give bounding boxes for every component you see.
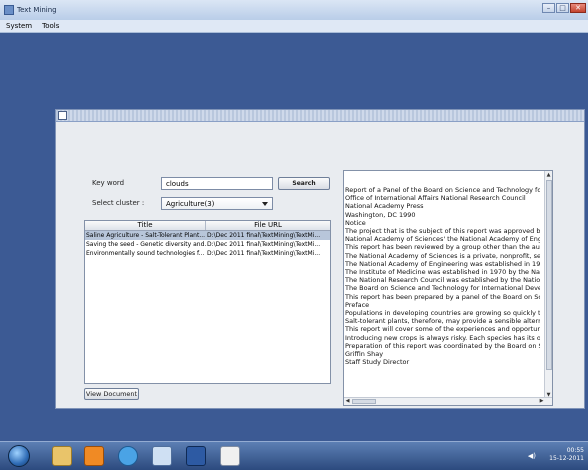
- network-icon[interactable]: [152, 446, 172, 466]
- text-line: This report has been reviewed by a group…: [345, 243, 540, 252]
- documents-table[interactable]: Title File URL Saline Agriculture - Salt…: [84, 220, 331, 384]
- start-button[interactable]: [8, 445, 30, 467]
- column-header-file-url[interactable]: File URL: [206, 221, 330, 230]
- view-document-button[interactable]: View Document: [84, 388, 139, 400]
- internal-frame-titlebar[interactable]: [56, 110, 584, 122]
- text-line: Preparation of this report was coordinat…: [345, 341, 540, 350]
- menu-bar: System Tools: [0, 20, 588, 33]
- clock-date: 15-12-2011: [549, 455, 584, 462]
- horizontal-scroll-thumb[interactable]: [352, 399, 376, 404]
- text-line: Preface: [345, 300, 370, 309]
- text-line: Griffin Shay: [345, 350, 384, 359]
- chevron-down-icon: [262, 202, 268, 206]
- text-line: National Academy Press: [345, 202, 424, 211]
- text-line: Salt-tolerant plants, therefore, may pro…: [345, 317, 540, 326]
- vertical-scroll-thumb[interactable]: [546, 180, 552, 370]
- window-title: Text Mining: [17, 6, 57, 14]
- search-internal-frame: Key word Search Select cluster : Agricul…: [55, 109, 585, 409]
- cell-file-url: D:\Dec 2011 final\TextMining\TextMi...: [207, 241, 321, 248]
- table-row[interactable]: Environmentally sound technologies f... …: [85, 249, 330, 258]
- cluster-select[interactable]: Agriculture(3): [161, 197, 273, 210]
- text-line: The National Academy of Sciences is a pr…: [345, 251, 540, 260]
- menu-tools[interactable]: Tools: [42, 22, 59, 30]
- text-line: This report has been prepared by a panel…: [345, 292, 540, 301]
- document-text-area[interactable]: Report of a Panel of the Board on Scienc…: [343, 170, 553, 406]
- media-player-icon[interactable]: [84, 446, 104, 466]
- text-line: Office of International Affairs National…: [345, 194, 526, 203]
- virtualbox-icon[interactable]: [186, 446, 206, 466]
- scroll-left-arrow-icon[interactable]: ◀: [344, 398, 351, 405]
- table-row[interactable]: Saline Agriculture - Salt-Tolerant Plant…: [85, 231, 330, 240]
- vertical-scrollbar[interactable]: ▲ ▼: [544, 171, 552, 399]
- text-line: This report will cover some of the exper…: [345, 325, 540, 334]
- menu-system[interactable]: System: [6, 22, 32, 30]
- text-line: Introducing new crops is always risky. E…: [345, 333, 540, 342]
- search-button[interactable]: Search: [278, 177, 330, 190]
- text-line: The project that is the subject of this …: [345, 227, 540, 236]
- speaker-icon[interactable]: ◀): [528, 452, 536, 460]
- table-row[interactable]: Saving the seed - Genetic diversity and.…: [85, 240, 330, 249]
- cell-title: Saline Agriculture - Salt-Tolerant Plant…: [86, 232, 206, 239]
- text-line: The National Academy of Engineering was …: [345, 259, 540, 268]
- text-line: Report of a Panel of the Board on Scienc…: [345, 186, 540, 194]
- keyword-input[interactable]: [161, 177, 273, 190]
- text-line: The Institute of Medicine was establishe…: [345, 268, 540, 277]
- java-app-icon[interactable]: [220, 446, 240, 466]
- cell-title: Saving the seed - Genetic diversity and.…: [86, 241, 207, 248]
- text-line: National Academy of Sciences' the Nation…: [345, 235, 540, 244]
- scroll-up-arrow-icon[interactable]: ▲: [545, 171, 552, 179]
- window-titlebar: Text Mining – □ ✕: [0, 0, 588, 20]
- text-line: The Board on Science and Technology for …: [345, 284, 540, 293]
- cell-file-url: D:\Dec 2011 final\TextMining\TextMi...: [207, 232, 321, 239]
- clock-time: 00:55: [566, 447, 584, 454]
- horizontal-scrollbar[interactable]: ◀ ▶: [344, 397, 552, 405]
- frame-icon[interactable]: [58, 111, 67, 120]
- internet-explorer-icon[interactable]: [118, 446, 138, 466]
- cluster-label: Select cluster :: [92, 199, 145, 207]
- cell-title: Environmentally sound technologies f...: [86, 250, 205, 257]
- close-button[interactable]: ✕: [570, 3, 586, 13]
- column-header-title[interactable]: Title: [85, 221, 207, 230]
- document-text-lines: Report of a Panel of the Board on Scienc…: [345, 186, 540, 366]
- keyword-label: Key word: [92, 179, 125, 187]
- explorer-icon[interactable]: [52, 446, 72, 466]
- text-line: Staff Study Director: [345, 358, 410, 367]
- text-line: Notice: [345, 218, 366, 227]
- cluster-selected-value: Agriculture(3): [166, 200, 215, 208]
- text-line: The National Research Council was establ…: [345, 276, 540, 285]
- maximize-button[interactable]: □: [556, 3, 569, 13]
- taskbar: ◀) 00:55 15-12-2011: [0, 441, 588, 470]
- system-clock[interactable]: 00:55 15-12-2011: [549, 447, 584, 463]
- cell-file-url: D:\Dec 2011 final\TextMining\TextMi...: [207, 250, 321, 257]
- text-line: Populations in developing countries are …: [345, 309, 540, 318]
- scroll-right-arrow-icon[interactable]: ▶: [538, 398, 545, 405]
- app-icon: [4, 5, 14, 15]
- text-line: Washington, DC 1990: [345, 210, 416, 219]
- table-header: Title File URL: [85, 221, 330, 231]
- minimize-button[interactable]: –: [542, 3, 555, 13]
